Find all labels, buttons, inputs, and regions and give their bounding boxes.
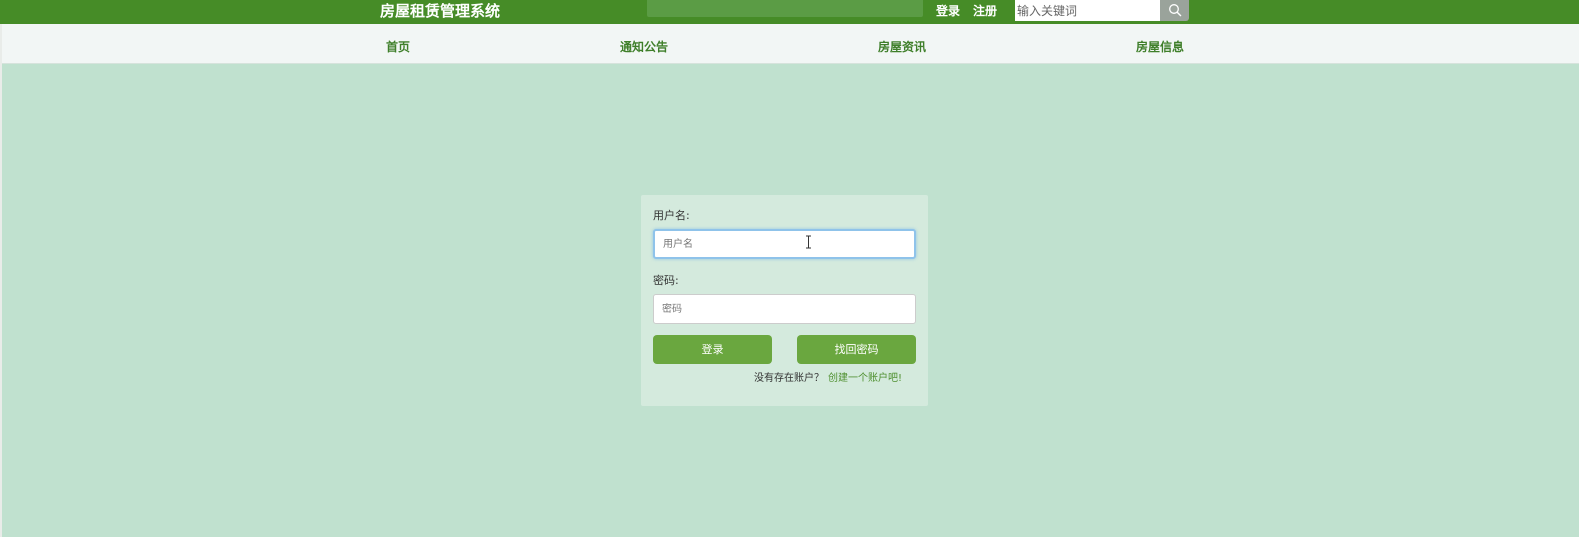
text-cursor-icon [806, 235, 811, 249]
page: 房屋租赁管理系统 登录 注册 首页 通知公告 房屋资讯 房屋信息 用户名: 密码… [0, 0, 1579, 537]
search-button[interactable] [1160, 0, 1189, 21]
header-register-link[interactable]: 注册 [973, 3, 997, 19]
forgot-password-button[interactable]: 找回密码 [797, 335, 916, 364]
no-account-text: 没有存在账户？ [754, 373, 824, 384]
username-label: 用户名: [653, 209, 690, 222]
nav-item-house-news[interactable]: 房屋资讯 [878, 39, 926, 55]
username-input[interactable] [653, 229, 916, 259]
search-icon [1169, 4, 1182, 17]
password-label: 密码: [653, 274, 679, 287]
nav-item-house-info[interactable]: 房屋信息 [1136, 39, 1184, 55]
collapsed-banner [647, 0, 923, 17]
search-input[interactable] [1015, 0, 1160, 21]
login-card: 用户名: 密码: 登录 找回密码 没有存在账户？ 创建一个账户吧! [641, 195, 928, 406]
password-input[interactable] [653, 294, 916, 324]
header-login-link[interactable]: 登录 [936, 3, 960, 19]
create-account-link[interactable]: 创建一个账户吧! [828, 372, 902, 386]
nav-item-home[interactable]: 首页 [386, 39, 410, 55]
login-button[interactable]: 登录 [653, 335, 772, 364]
nav-item-notices[interactable]: 通知公告 [620, 39, 668, 55]
main-nav: 首页 通知公告 房屋资讯 房屋信息 [2, 24, 1579, 64]
top-bar: 房屋租赁管理系统 登录 注册 [0, 0, 1579, 24]
site-title: 房屋租赁管理系统 [380, 2, 501, 20]
left-edge-divider [0, 0, 2, 537]
